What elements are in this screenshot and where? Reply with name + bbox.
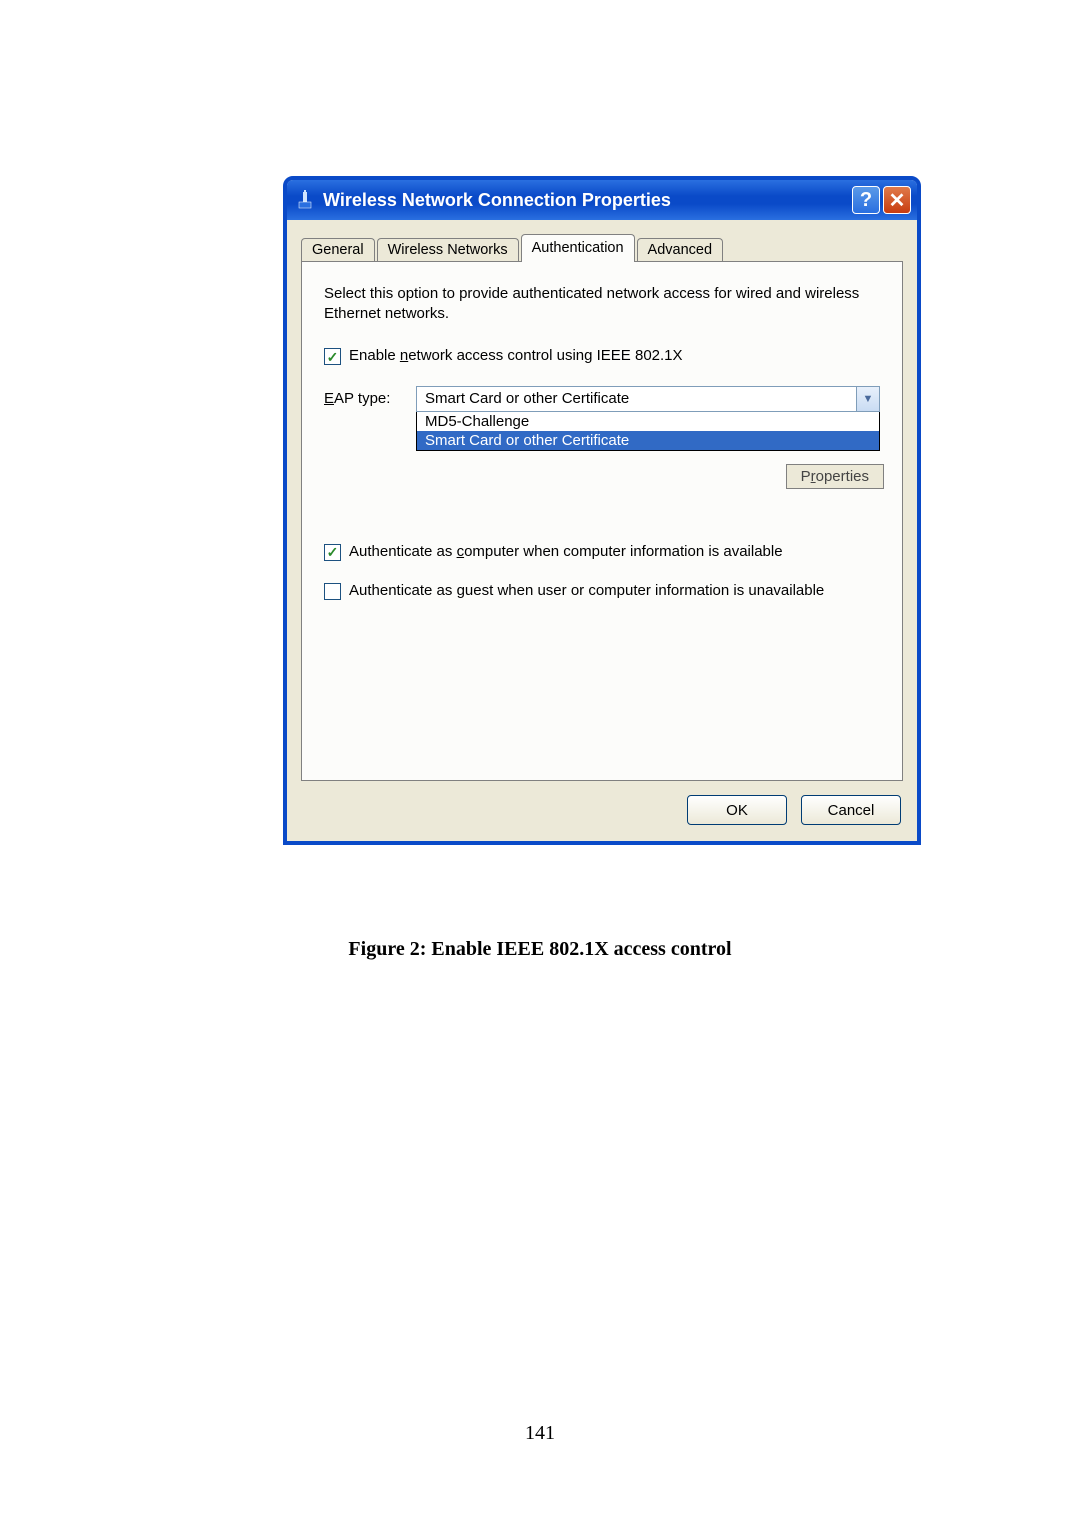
enable-8021x-row[interactable]: Enable network access control using IEEE… <box>324 347 880 366</box>
tab-general[interactable]: General <box>301 238 375 262</box>
lower-checkboxes: Authenticate as computer when computer i… <box>324 543 880 601</box>
client-area: General Wireless Networks Authentication… <box>287 220 917 781</box>
figure-caption: Figure 2: Enable IEEE 802.1X access cont… <box>0 938 1080 961</box>
eap-type-row: EAP type: Smart Card or other Certificat… <box>324 386 880 451</box>
auth-as-guest-row[interactable]: Authenticate as guest when user or compu… <box>324 582 880 601</box>
eap-option-smartcard[interactable]: Smart Card or other Certificate <box>417 431 879 450</box>
help-glyph: ? <box>860 189 872 212</box>
tab-advanced-label: Advanced <box>648 242 713 258</box>
document-page: Wireless Network Connection Properties ?… <box>0 0 1080 1528</box>
tab-authentication[interactable]: Authentication <box>521 234 635 262</box>
eap-type-combo-wrap: Smart Card or other Certificate ▼ MD5-Ch… <box>416 386 880 451</box>
ok-label: OK <box>726 802 748 819</box>
enable-8021x-label: Enable network access control using IEEE… <box>349 347 683 366</box>
help-button[interactable]: ? <box>852 186 880 214</box>
tab-row: General Wireless Networks Authentication… <box>301 234 903 262</box>
tab-panel-authentication: Select this option to provide authentica… <box>301 261 903 781</box>
properties-dialog: Wireless Network Connection Properties ?… <box>283 176 921 845</box>
dialog-buttons: OK Cancel <box>287 781 917 841</box>
wireless-icon <box>295 190 315 210</box>
enable-8021x-checkbox[interactable] <box>324 348 341 365</box>
close-button[interactable]: ✕ <box>883 186 911 214</box>
properties-button[interactable]: Properties <box>786 464 884 489</box>
eap-type-selected: Smart Card or other Certificate <box>417 387 856 411</box>
tab-wireless-label: Wireless Networks <box>388 242 508 258</box>
ok-button[interactable]: OK <box>687 795 787 825</box>
close-glyph: ✕ <box>889 188 906 213</box>
titlebar-buttons: ? ✕ <box>852 186 911 214</box>
page-number: 141 <box>0 1422 1080 1445</box>
eap-option-md5[interactable]: MD5-Challenge <box>417 412 879 431</box>
auth-as-computer-row[interactable]: Authenticate as computer when computer i… <box>324 543 880 562</box>
eap-type-combobox[interactable]: Smart Card or other Certificate ▼ <box>416 386 880 412</box>
tab-advanced[interactable]: Advanced <box>637 238 724 262</box>
chevron-down-icon[interactable]: ▼ <box>856 387 879 411</box>
window-title: Wireless Network Connection Properties <box>323 190 852 211</box>
tab-general-label: General <box>312 242 364 258</box>
auth-as-guest-label: Authenticate as guest when user or compu… <box>349 582 824 601</box>
auth-as-computer-checkbox[interactable] <box>324 544 341 561</box>
eap-type-label: EAP type: <box>324 386 416 407</box>
cancel-button[interactable]: Cancel <box>801 795 901 825</box>
tab-auth-label: Authentication <box>532 240 624 256</box>
cancel-label: Cancel <box>828 802 875 819</box>
panel-description: Select this option to provide authentica… <box>324 284 880 323</box>
titlebar[interactable]: Wireless Network Connection Properties ?… <box>287 180 917 220</box>
auth-as-guest-checkbox[interactable] <box>324 583 341 600</box>
eap-type-dropdown[interactable]: MD5-Challenge Smart Card or other Certif… <box>416 412 880 451</box>
auth-as-computer-label: Authenticate as computer when computer i… <box>349 543 783 562</box>
tab-wireless-networks[interactable]: Wireless Networks <box>377 238 519 262</box>
